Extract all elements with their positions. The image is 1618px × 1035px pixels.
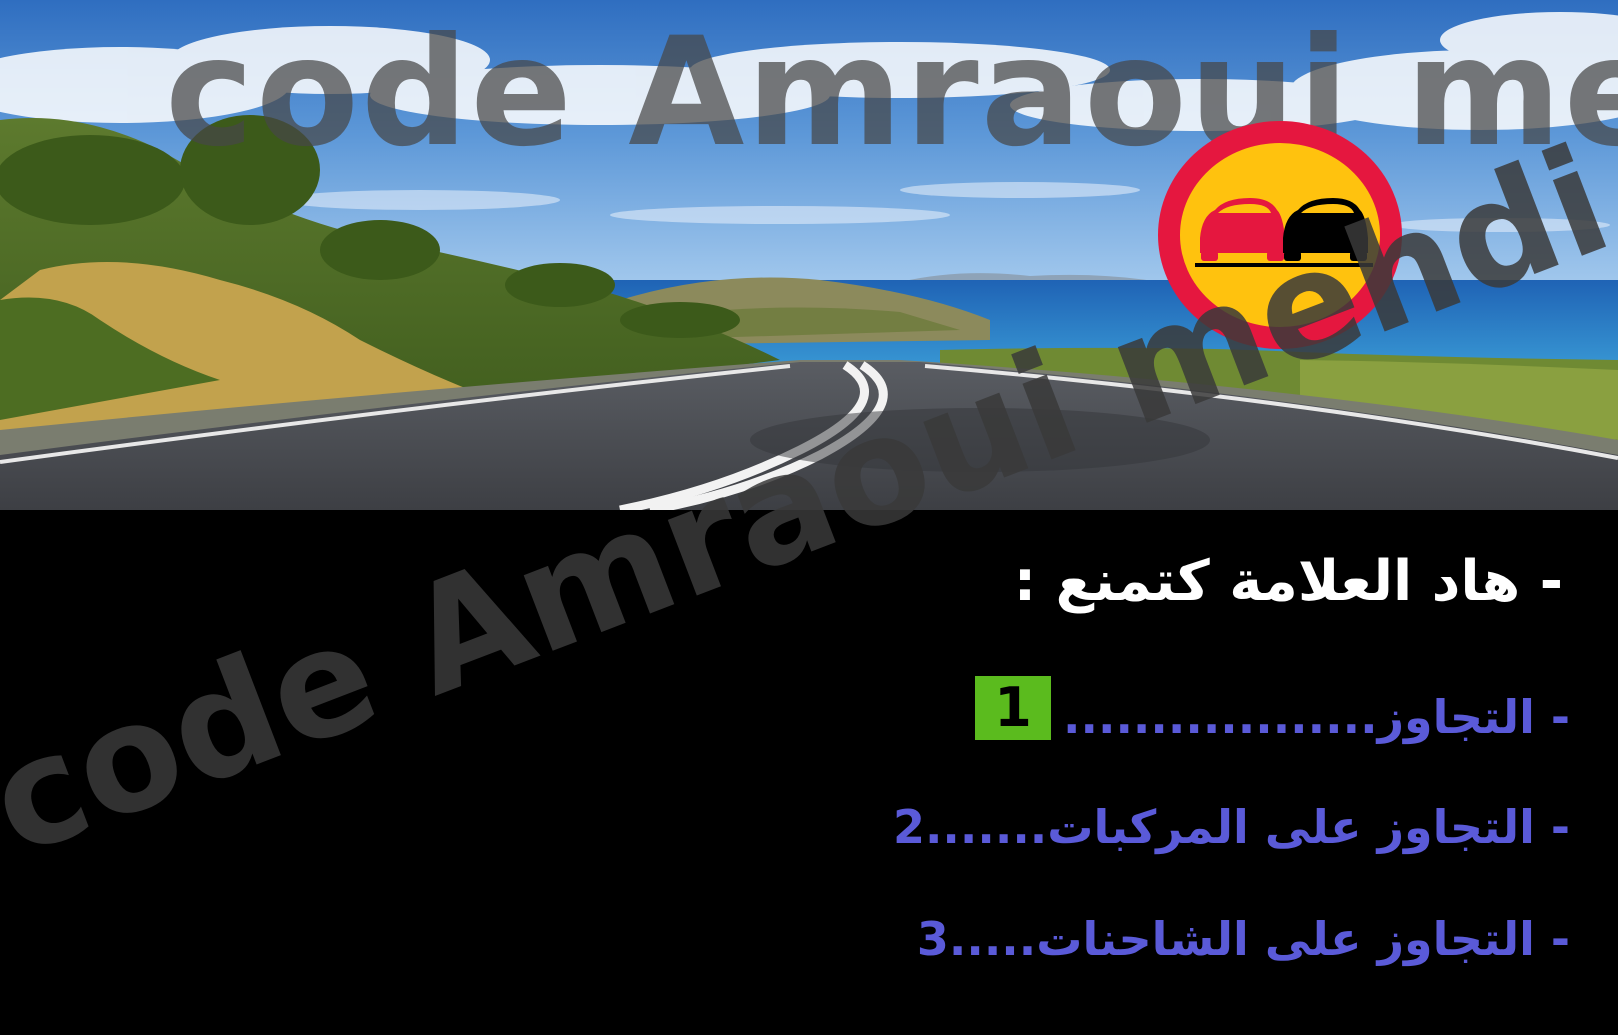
answer-dots: ..... <box>948 912 1037 966</box>
answer-label: - التجاوز على المركبات <box>1047 800 1570 854</box>
answer-option-3[interactable]: - التجاوز على الشاحنات.....3 <box>917 912 1570 967</box>
question-text: - هاد العلامة كتمنع : <box>1013 549 1563 614</box>
answer-dots: ....... <box>924 800 1048 854</box>
answer-label: - التجاوز <box>1377 690 1570 744</box>
answer-option-1[interactable]: - التجاوز.................. <box>1063 690 1570 745</box>
answer-number: 2 <box>892 800 925 854</box>
answer-label: - التجاوز على الشاحنات <box>1036 912 1570 966</box>
answer-number: 3 <box>916 912 949 966</box>
selected-answer-badge: 1 <box>975 676 1051 740</box>
answer-option-2[interactable]: - التجاوز على المركبات.......2 <box>893 800 1570 855</box>
video-frame: code Amraoui mehdi code Amrao <box>0 0 1618 1035</box>
answer-dots: .................. <box>1063 690 1378 744</box>
